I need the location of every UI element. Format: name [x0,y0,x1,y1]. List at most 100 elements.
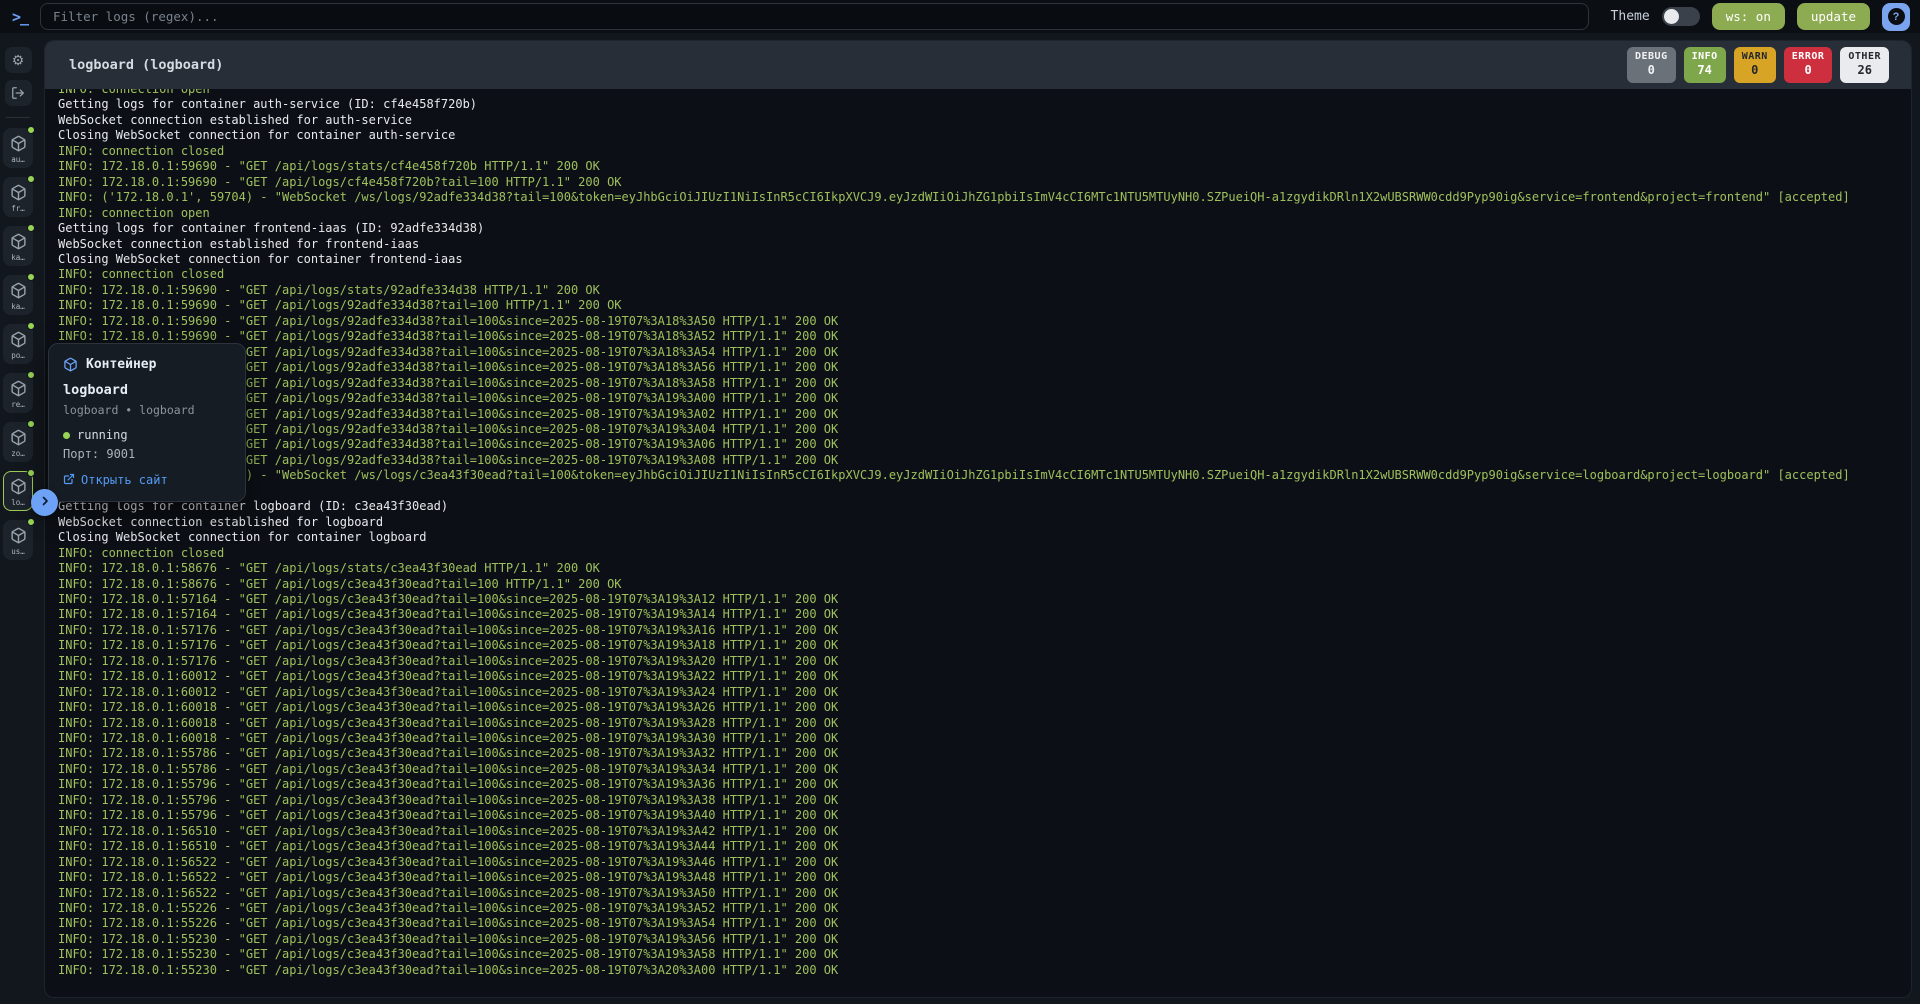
container-label: us… [11,547,25,556]
log-line: INFO: 172.18.0.1:59690 - "GET /api/logs/… [58,376,1911,391]
container-label: ka… [11,302,25,311]
log-line: INFO: 172.18.0.1:59690 - "GET /api/logs/… [58,329,1911,344]
badge-debug[interactable]: DEBUG0 [1627,47,1676,83]
log-line: INFO: 172.18.0.1:55226 - "GET /api/logs/… [58,901,1911,916]
running-status-dot [27,420,35,428]
log-line: INFO: 172.18.0.1:57164 - "GET /api/logs/… [58,607,1911,622]
log-line: INFO: 172.18.0.1:55796 - "GET /api/logs/… [58,777,1911,792]
status-dot [63,432,70,439]
log-line: INFO: 172.18.0.1:58676 - "GET /api/logs/… [58,561,1911,576]
theme-toggle[interactable] [1662,7,1700,26]
container-label: zo… [11,449,25,458]
container-icon [10,527,27,544]
running-status-dot [27,322,35,330]
settings-button[interactable]: ⚙ [5,47,32,73]
sidebar-container-item[interactable]: po… [3,324,33,364]
log-line: Closing WebSocket connection for contain… [58,530,1911,545]
sidebar: ⚙ au… fr… ka… ka… po… re… zo… lo… us… [0,33,36,1004]
container-icon [63,357,78,372]
log-filter-input[interactable] [40,3,1589,30]
log-viewport[interactable]: INFO: connection openGetting logs for co… [45,89,1911,997]
log-line: INFO: 172.18.0.1:56510 - "GET /api/logs/… [58,824,1911,839]
badge-error[interactable]: ERROR0 [1784,47,1833,83]
log-line: INFO: 172.18.0.1:60018 - "GET /api/logs/… [58,700,1911,715]
sidebar-container-item[interactable]: fr… [3,177,33,217]
update-button[interactable]: update [1797,3,1870,30]
badge-count: 0 [1635,63,1668,79]
theme-label: Theme [1611,9,1650,24]
log-line: INFO: 172.18.0.1:59690 - "GET /api/logs/… [58,437,1911,452]
sidebar-container-item[interactable]: zo… [3,422,33,462]
logout-button[interactable] [5,80,32,106]
help-button[interactable]: ? [1882,3,1910,31]
external-link-icon [63,470,75,489]
container-icon [10,184,27,201]
container-label: re… [11,400,25,409]
gear-icon: ⚙ [12,52,25,69]
badge-warn[interactable]: WARN0 [1734,47,1776,83]
log-line: INFO: 172.18.0.1:55226 - "GET /api/logs/… [58,916,1911,931]
log-line: INFO: 172.18.0.1:59690 - "GET /api/logs/… [58,314,1911,329]
log-line: INFO: 172.18.0.1:59690 - "GET /api/logs/… [58,391,1911,406]
badge-label: OTHER [1848,50,1881,63]
container-label: au… [11,155,25,164]
log-line: INFO: connection closed [58,546,1911,561]
running-status-dot [27,469,35,477]
status-text: running [77,428,128,442]
log-line: INFO: 172.18.0.1:59690 - "GET /api/logs/… [58,360,1911,375]
container-icon [10,282,27,299]
container-icon [10,233,27,250]
log-line: INFO: 172.18.0.1:57176 - "GET /api/logs/… [58,638,1911,653]
sidebar-container-item[interactable]: re… [3,373,33,413]
sidebar-container-item[interactable]: us… [3,520,33,560]
container-icon [10,478,27,495]
container-label: ka… [11,253,25,262]
sidebar-container-item[interactable]: ka… [3,275,33,315]
log-line: WebSocket connection established for aut… [58,113,1911,128]
open-site-link[interactable]: Открыть сайт [63,470,231,489]
sidebar-container-item[interactable]: ka… [3,226,33,266]
log-line: Closing WebSocket connection for contain… [58,252,1911,267]
running-status-dot [27,224,35,232]
container-name: logboard [63,382,231,398]
log-line: INFO: connection open [58,89,1911,97]
container-label: lo… [11,498,25,507]
badge-label: INFO [1692,50,1718,63]
websocket-toggle-button[interactable]: ws: on [1712,3,1785,30]
sidebar-container-item[interactable]: lo… [3,471,33,511]
badge-info[interactable]: INFO74 [1684,47,1726,83]
log-line: INFO: 172.18.0.1:55230 - "GET /api/logs/… [58,963,1911,978]
badge-row: DEBUG0INFO74WARN0ERROR0OTHER26 [1627,47,1889,83]
log-line: INFO: connection closed [58,267,1911,282]
log-line: INFO: 172.18.0.1:55230 - "GET /api/logs/… [58,947,1911,962]
log-line: INFO: 172.18.0.1:55796 - "GET /api/logs/… [58,793,1911,808]
log-line: Getting logs for container logboard (ID:… [58,499,1911,514]
container-status: running [63,428,231,442]
container-tooltip: Контейнер logboard logboard • logboard r… [48,343,246,502]
badge-count: 74 [1692,63,1718,79]
container-port: Порт: 9001 [63,447,231,461]
badge-count: 0 [1792,63,1825,79]
log-line: INFO: 172.18.0.1:59690 - "GET /api/logs/… [58,159,1911,174]
log-line: INFO: 172.18.0.1:57176 - "GET /api/logs/… [58,623,1911,638]
log-line: INFO: 172.18.0.1:56522 - "GET /api/logs/… [58,886,1911,901]
log-line: WebSocket connection established for log… [58,515,1911,530]
log-line: Closing WebSocket connection for contain… [58,128,1911,143]
log-line: INFO: 172.18.0.1:59690 - "GET /api/logs/… [58,175,1911,190]
expand-sidebar-button[interactable] [31,489,58,516]
log-line: INFO: connection closed [58,144,1911,159]
log-line: INFO: 172.18.0.1:56510 - "GET /api/logs/… [58,839,1911,854]
log-line: INFO: connection open [58,484,1911,499]
log-panel: logboard (logboard) DEBUG0INFO74WARN0ERR… [44,40,1912,998]
container-icon [10,429,27,446]
badge-count: 0 [1742,63,1768,79]
log-line: INFO: 172.18.0.1:55796 - "GET /api/logs/… [58,808,1911,823]
container-list: au… fr… ka… ka… po… re… zo… lo… us… [3,128,33,569]
badge-other[interactable]: OTHER26 [1840,47,1889,83]
logout-icon [11,86,25,100]
log-line: INFO: 172.18.0.1:59690 - "GET /api/logs/… [58,283,1911,298]
badge-count: 26 [1848,63,1881,79]
tooltip-header: Контейнер [63,357,231,372]
sidebar-container-item[interactable]: au… [3,128,33,168]
badge-label: DEBUG [1635,50,1668,63]
